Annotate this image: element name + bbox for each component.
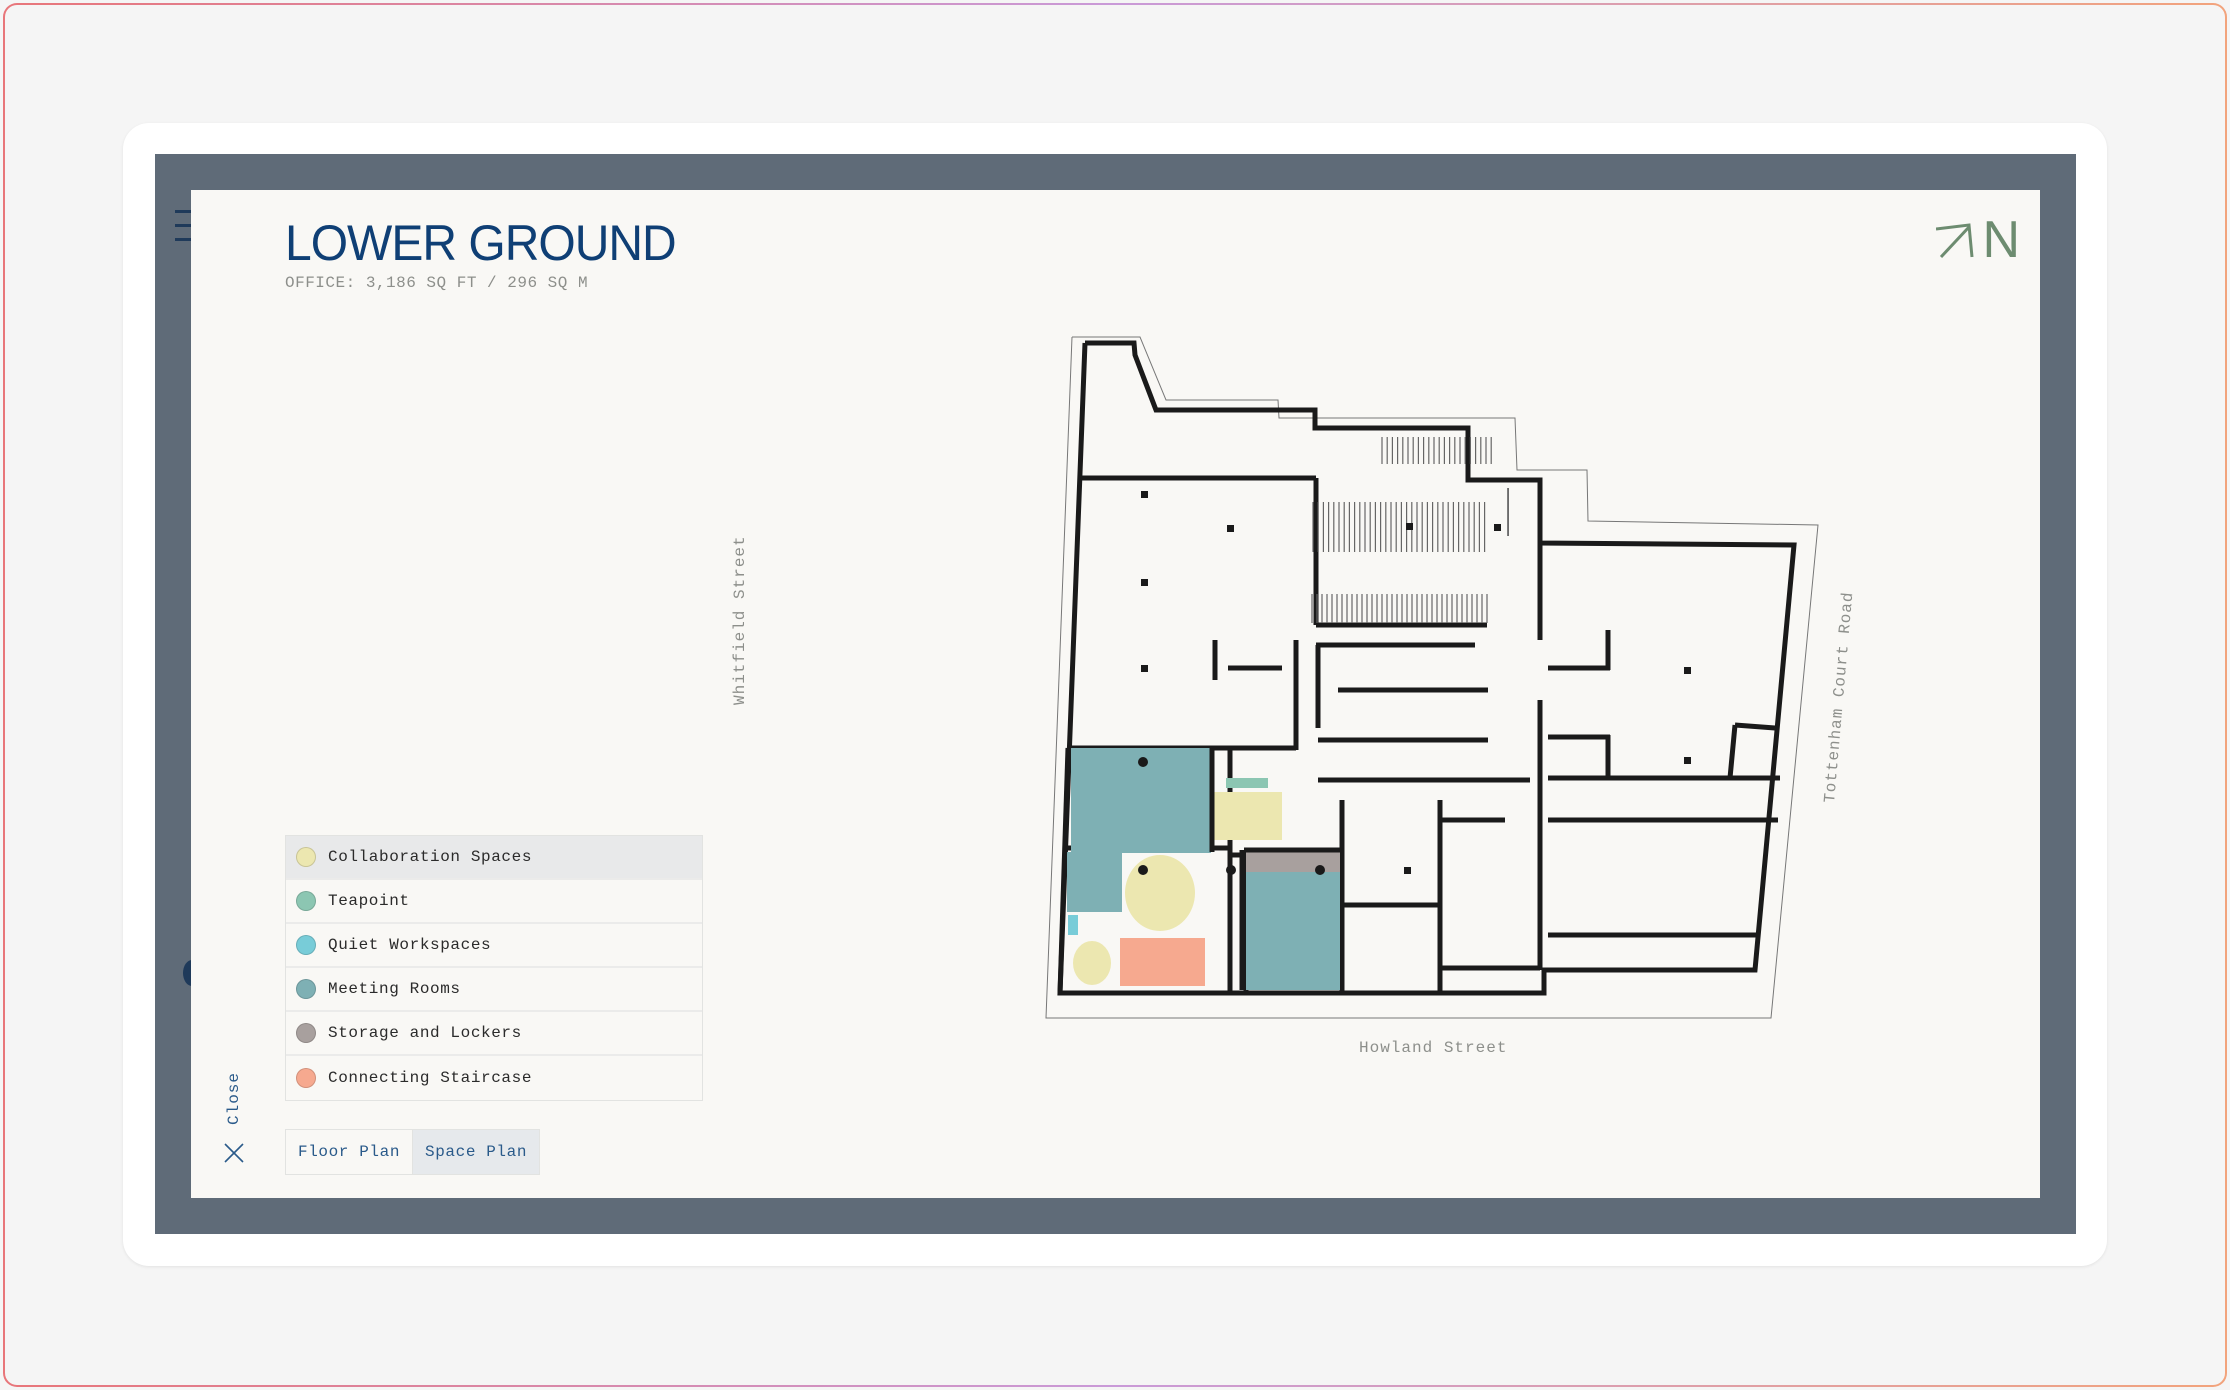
legend-item-connecting-staircase[interactable]: Connecting Staircase	[286, 1056, 702, 1100]
legend-item-meeting-rooms[interactable]: Meeting Rooms	[286, 968, 702, 1012]
legend-label: Connecting Staircase	[328, 1069, 533, 1087]
swatch-icon	[296, 1023, 316, 1043]
close-icon	[224, 1143, 244, 1163]
floor-plan-panel: LOWER GROUND OFFICE: 3,186 SQ FT / 296 S…	[191, 190, 2040, 1198]
close-label: Close	[225, 1071, 243, 1125]
swatch-icon	[296, 891, 316, 911]
floor-plan-tab[interactable]: Floor Plan	[286, 1130, 413, 1174]
collaboration-zone	[1125, 855, 1195, 931]
plan-view-toggle: Floor Plan Space Plan	[285, 1129, 541, 1175]
legend-item-collaboration-spaces[interactable]: Collaboration Spaces	[286, 836, 702, 880]
staircase-zone	[1120, 938, 1205, 986]
space-legend: Collaboration Spaces Teapoint Quiet Work…	[285, 835, 703, 1101]
legend-item-teapoint[interactable]: Teapoint	[286, 880, 702, 924]
legend-label: Collaboration Spaces	[328, 848, 533, 866]
street-label-south: Howland Street	[1359, 1039, 1508, 1057]
swatch-icon	[296, 935, 316, 955]
legend-item-storage-and-lockers[interactable]: Storage and Lockers	[286, 1012, 702, 1056]
legend-label: Storage and Lockers	[328, 1024, 522, 1042]
legend-label: Quiet Workspaces	[328, 936, 492, 954]
collaboration-zone	[1073, 941, 1111, 985]
close-button[interactable]: Close	[221, 1070, 251, 1170]
quiet-workspace-zone	[1068, 915, 1078, 935]
space-plan-tab[interactable]: Space Plan	[412, 1130, 540, 1174]
meeting-room-zone	[1246, 872, 1340, 990]
meeting-room-zone	[1067, 852, 1122, 912]
legend-item-quiet-workspaces[interactable]: Quiet Workspaces	[286, 924, 702, 968]
collaboration-zone	[1210, 792, 1282, 840]
storage-zone	[1246, 850, 1340, 872]
swatch-icon	[296, 847, 316, 867]
legend-label: Meeting Rooms	[328, 980, 461, 998]
legend-label: Teapoint	[328, 892, 410, 910]
teapoint-zone	[1226, 778, 1268, 788]
street-label-west: Whitfield Street	[731, 535, 749, 705]
swatch-icon	[296, 979, 316, 999]
swatch-icon	[296, 1068, 316, 1088]
